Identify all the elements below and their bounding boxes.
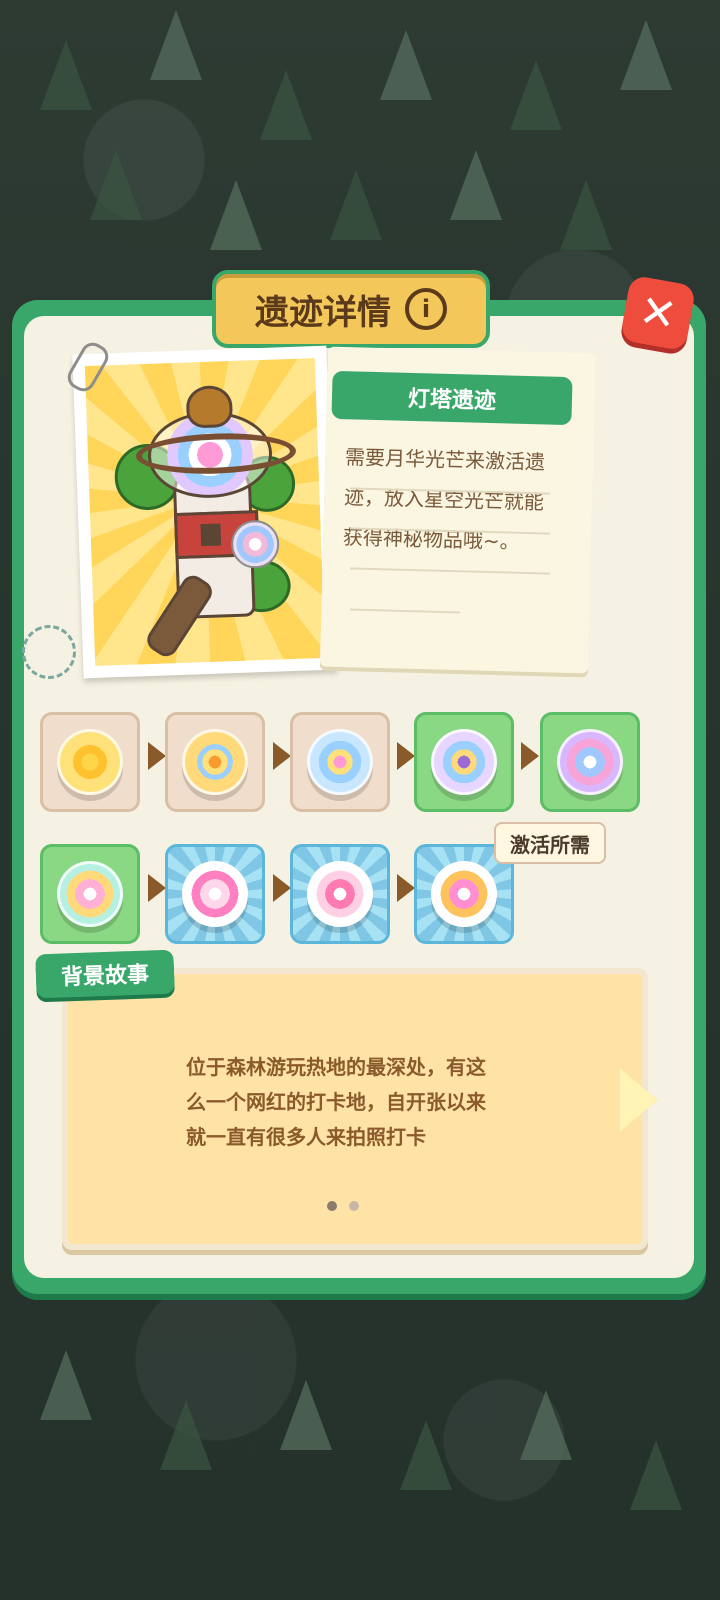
- pine-tree-icon: [620, 20, 672, 90]
- stage-4[interactable]: [414, 712, 514, 812]
- stage-7[interactable]: [165, 844, 265, 944]
- relic-description: 需要月华光芒来激活遗 迹，放入星空光芒就能 获得神秘物品哦~。: [342, 437, 577, 563]
- pine-tree-icon: [560, 180, 612, 250]
- arrow-right-icon: [521, 742, 539, 770]
- pine-tree-icon: [520, 1390, 572, 1460]
- orb-icon: [182, 861, 248, 927]
- orb-icon: [307, 729, 373, 795]
- story-tag: 背景故事: [35, 949, 175, 999]
- page-dot: [349, 1201, 359, 1211]
- pine-tree-icon: [90, 150, 142, 220]
- pine-tree-icon: [260, 70, 312, 140]
- pine-tree-icon: [280, 1380, 332, 1450]
- orb-icon: [182, 729, 248, 795]
- orb-icon: [307, 861, 373, 927]
- page-dot-active: [327, 1201, 337, 1211]
- next-page-button[interactable]: [620, 1068, 658, 1132]
- stage-2[interactable]: [165, 712, 265, 812]
- arrow-right-icon: [273, 742, 291, 770]
- arrow-right-icon: [397, 874, 415, 902]
- orb-icon: [557, 729, 623, 795]
- arrow-right-icon: [148, 742, 166, 770]
- stage-1[interactable]: [40, 712, 140, 812]
- pine-tree-icon: [160, 1400, 212, 1470]
- lighthouse-door: [200, 523, 222, 547]
- stage-3[interactable]: [290, 712, 390, 812]
- relic-photo-card: [72, 345, 338, 679]
- arrow-right-icon: [148, 874, 166, 902]
- pine-tree-icon: [330, 170, 382, 240]
- orb-icon: [431, 861, 497, 927]
- story-text: 位于森林游玩热地的最深处，有这 么一个网红的打卡地，自开张以来 就一直有很多人来…: [186, 1050, 526, 1155]
- close-button[interactable]: ✕: [619, 274, 697, 352]
- pine-tree-icon: [450, 150, 502, 220]
- description-line: 需要月华光芒来激活遗: [344, 444, 546, 475]
- stage-5[interactable]: [540, 712, 640, 812]
- pine-tree-icon: [40, 40, 92, 110]
- story-line: 就一直有很多人来拍照打卡: [186, 1125, 426, 1149]
- activation-required-label: 激活所需: [494, 822, 606, 864]
- pine-tree-icon: [630, 1440, 682, 1510]
- story-line: 么一个网红的打卡地，自开张以来: [186, 1090, 486, 1114]
- close-icon: ✕: [635, 284, 681, 342]
- page-title: 遗迹详情: [255, 292, 391, 333]
- arrow-right-icon: [273, 874, 291, 902]
- title-tab: 遗迹详情 i: [212, 270, 490, 348]
- description-line: 获得神秘物品哦~。: [342, 524, 521, 554]
- relic-image: [84, 358, 326, 666]
- pine-tree-icon: [210, 180, 262, 250]
- stage-8[interactable]: [290, 844, 390, 944]
- chick-icon: [185, 384, 234, 429]
- pine-tree-icon: [380, 30, 432, 100]
- arrow-right-icon: [397, 742, 415, 770]
- pine-tree-icon: [400, 1420, 452, 1490]
- orb-icon: [57, 729, 123, 795]
- description-line: 迹，放入星空光芒就能: [343, 484, 545, 515]
- pine-tree-icon: [40, 1350, 92, 1420]
- pine-tree-icon: [150, 10, 202, 80]
- orb-icon: [57, 861, 123, 927]
- relic-name: 灯塔遗迹: [331, 370, 573, 426]
- info-icon[interactable]: i: [405, 288, 447, 330]
- orb-icon: [431, 729, 497, 795]
- pine-tree-icon: [510, 60, 562, 130]
- story-line: 位于森林游玩热地的最深处，有这: [186, 1055, 486, 1079]
- stage-6[interactable]: [40, 844, 140, 944]
